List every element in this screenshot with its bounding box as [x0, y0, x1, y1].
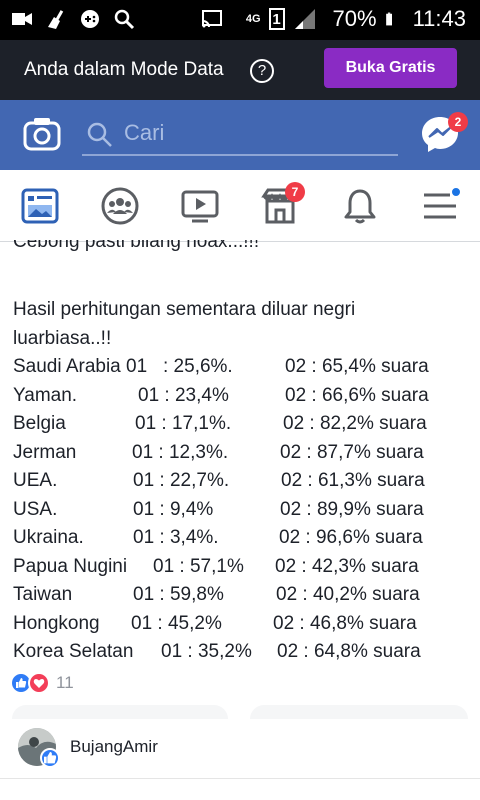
country-label: Belgia: [13, 413, 66, 434]
post-body: Cebong pasti bilang hoax...!!! Hasil per…: [13, 240, 473, 667]
candidate-02-value: 02 : 46,8% suara: [273, 612, 417, 634]
candidate-02-value: 02 : 61,3% suara: [281, 470, 425, 491]
messenger-badge: 2: [448, 112, 468, 132]
country-label: Yaman.: [13, 384, 78, 406]
search-underline: [82, 154, 398, 156]
result-row: Belgia 01 : 17,1%. 02 : 82,2% suara: [13, 410, 473, 439]
like-reaction-icon: [40, 748, 60, 768]
result-row: Ukraina. 01 : 3,4%. 02 : 96,6% suara: [13, 524, 473, 553]
result-row: USA. 01 : 9,4% 02 : 89,9% suara: [13, 496, 473, 525]
result-row: Hongkong 01 : 45,2% 02 : 46,8% suara: [13, 610, 473, 639]
search-icon: [87, 122, 112, 147]
candidate-01-value: 01 : 35,2%: [161, 641, 252, 662]
game-controller-icon: [81, 10, 99, 28]
comment-author[interactable]: BujangAmir: [70, 737, 158, 757]
result-row: Yaman. 01 : 23,4% 02 : 66,6% suara: [13, 382, 473, 411]
news-feed-icon[interactable]: [20, 186, 60, 226]
menu-dot-indicator: [450, 186, 462, 198]
watch-icon[interactable]: [180, 186, 220, 226]
result-row: Korea Selatan 01 : 35,2% 02 : 64,8% suar…: [13, 638, 473, 667]
network-label: 4G: [245, 12, 261, 25]
candidate-02-value: 02 : 40,2% suara: [276, 584, 420, 605]
sim-indicator: 1: [268, 8, 285, 30]
marketplace-badge: 7: [285, 182, 305, 202]
country-label: Taiwan: [13, 584, 73, 605]
candidate-01-value: 01 : 57,1%: [153, 555, 244, 577]
reactions-summary[interactable]: 11: [10, 671, 74, 695]
bottom-action-strip: [0, 778, 480, 800]
battery-percent: 70%: [332, 6, 377, 31]
candidate-02-value: 02 : 82,2% suara: [283, 413, 427, 434]
result-row: Saudi Arabia 01 : 25,6%. 02 : 65,4% suar…: [13, 353, 473, 382]
candidate-01-value: 01 : 59,8%: [133, 584, 224, 605]
video-camera-icon: [12, 13, 32, 25]
post-spacer: [13, 268, 473, 296]
post-intro-line: Hasil perhitungan sementara diluar negri: [13, 299, 356, 320]
result-row: Taiwan 01 : 59,8% 02 : 40,2% suara: [13, 581, 473, 610]
country-label: Ukraina.: [13, 527, 84, 548]
reaction-count: 11: [56, 673, 74, 692]
post-cut-line: Cebong pasti bilang hoax...!!!: [13, 240, 260, 252]
result-row: Papua Nugini 01 : 57,1% 02 : 42,3% suara: [13, 553, 473, 582]
camera-icon[interactable]: [22, 114, 62, 154]
candidate-02-value: 02 : 87,7% suara: [280, 441, 424, 463]
country-label: Papua Nugini: [13, 555, 128, 577]
comment-row: BujangAmir: [0, 722, 480, 778]
candidate-01-value: 01 : 12,3%.: [132, 441, 229, 463]
candidate-01-value: 01 : 17,1%.: [135, 413, 232, 434]
like-action-button[interactable]: [12, 705, 228, 719]
love-reaction-icon: [28, 672, 50, 694]
groups-icon[interactable]: [100, 186, 140, 226]
notifications-icon[interactable]: [340, 186, 380, 226]
search-input[interactable]: Cari: [124, 120, 164, 146]
country-label: Korea Selatan: [13, 641, 134, 662]
country-label: USA.: [13, 498, 58, 520]
tab-bar: [0, 170, 480, 242]
candidate-01-value: 01 : 3,4%.: [133, 527, 219, 548]
candidate-02-value: 02 : 89,9% suara: [280, 498, 424, 520]
candidate-02-value: 02 : 64,8% suara: [277, 641, 421, 662]
app-header: [0, 100, 480, 170]
data-mode-text: Anda dalam Mode Data: [24, 59, 224, 80]
result-row: Jerman 01 : 12,3%. 02 : 87,7% suara: [13, 439, 473, 468]
country-label: Jerman: [13, 441, 77, 463]
candidate-01-value: 01 : 9,4%: [133, 498, 214, 520]
candidate-01-value: 01 : 45,2%: [131, 612, 222, 634]
candidate-02-value: 02 : 65,4% suara: [285, 356, 429, 377]
cast-icon: [201, 10, 222, 28]
country-label: UEA.: [13, 470, 58, 491]
battery-icon: [385, 12, 392, 26]
search-icon: [114, 9, 135, 30]
status-icons-right: 4G 1 70% 11:43: [200, 6, 466, 32]
open-free-button[interactable]: Buka Gratis: [324, 48, 457, 88]
signal-icon: [294, 9, 315, 29]
candidate-02-value: 02 : 42,3% suara: [275, 555, 419, 577]
candidate-01-value: 01 : 23,4%: [138, 384, 229, 406]
candidate-01-value: 01 : 22,7%.: [133, 470, 230, 491]
help-icon[interactable]: ?: [250, 59, 274, 83]
candidate-02-value: 02 : 66,6% suara: [285, 384, 429, 406]
country-label: Hongkong: [13, 612, 100, 634]
cleaner-icon: [48, 10, 64, 29]
result-row: UEA. 01 : 22,7%. 02 : 61,3% suara: [13, 467, 473, 496]
status-bar: 4G 1 70% 11:43: [0, 0, 480, 40]
clock: 11:43: [412, 6, 466, 31]
country-label: Saudi Arabia 01: [13, 356, 148, 377]
status-icons-left: [10, 7, 136, 31]
comment-action-button[interactable]: [250, 705, 468, 719]
post-intro-line: luarbiasa..!!: [13, 327, 112, 349]
candidate-02-value: 02 : 96,6% suara: [279, 527, 423, 548]
candidate-01-value: : 25,6%.: [163, 356, 233, 377]
